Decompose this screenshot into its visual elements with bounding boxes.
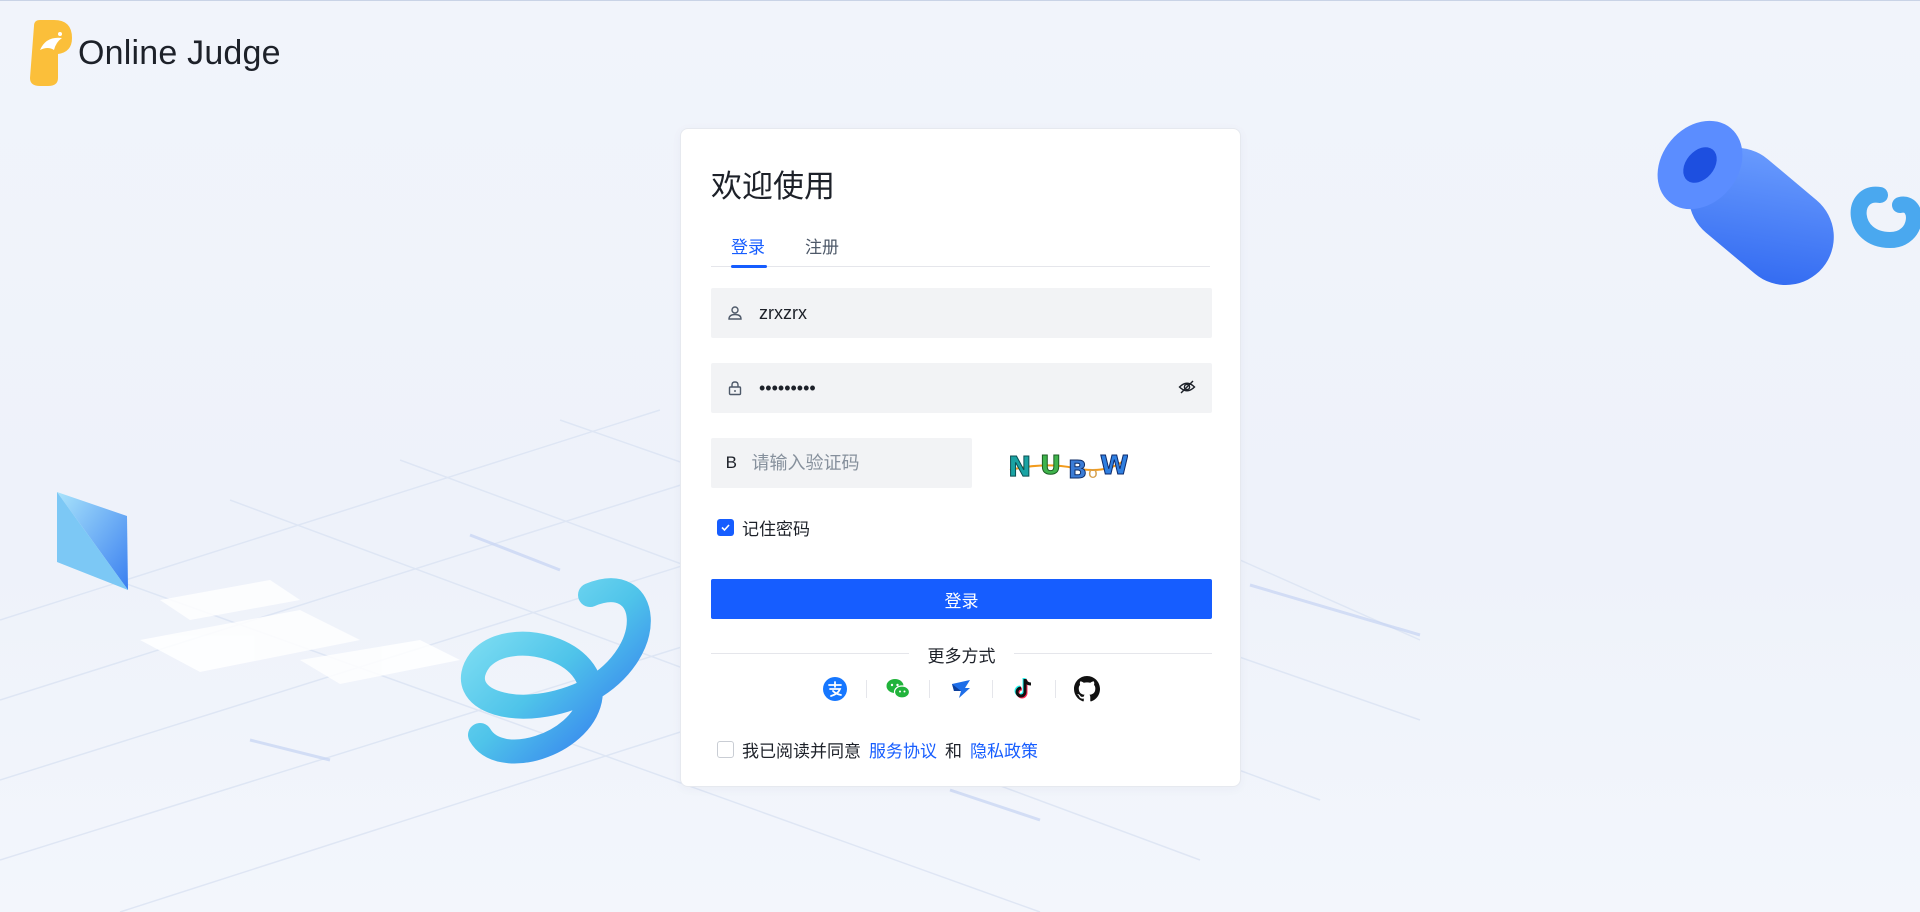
tab-bar [711, 217, 1210, 267]
agreement-checkbox[interactable] [717, 741, 734, 758]
agreement-and: 和 [945, 742, 962, 761]
svg-text:N: N [1008, 450, 1031, 483]
remember-label: 记住密码 [742, 520, 810, 539]
svg-text:B: B [1068, 455, 1087, 484]
social-separator [929, 680, 930, 698]
app-name: Online Judge [78, 33, 281, 72]
captcha-field[interactable]: B [711, 438, 972, 488]
page-title: 欢迎使用 [711, 169, 835, 204]
app-logo[interactable]: Online Judge [28, 20, 281, 86]
login-button[interactable]: 登录 [711, 579, 1212, 619]
alipay-icon[interactable] [821, 675, 849, 703]
login-card: 欢迎使用 登录 注册 zrxzrx ••••••••• B 请输入验证码 N U… [680, 128, 1241, 787]
more-methods-label: 更多方式 [927, 647, 996, 666]
github-icon[interactable] [1073, 675, 1101, 703]
lock-icon [711, 380, 759, 396]
tab-login[interactable]: 登录 [731, 233, 765, 258]
password-value: ••••••••• [759, 377, 816, 398]
dingtalk-icon[interactable] [947, 675, 975, 703]
remember-checkbox[interactable] [717, 519, 734, 536]
social-separator [866, 680, 867, 698]
svg-text:W: W [1100, 451, 1128, 481]
tab-register[interactable]: 注册 [805, 233, 839, 258]
more-methods-divider: 更多方式 [711, 642, 1212, 666]
password-field[interactable]: ••••••••• [711, 363, 1212, 413]
agreement-row: 我已阅读并同意 服务协议 和 隐私政策 [717, 737, 1038, 762]
svg-text:o: o [1088, 463, 1098, 482]
terms-link[interactable]: 服务协议 [869, 737, 937, 762]
wechat-icon[interactable] [884, 675, 912, 703]
captcha-prefix: B [725, 453, 737, 472]
top-border [0, 0, 1920, 1]
divider-line-right [1014, 653, 1212, 654]
eye-off-icon[interactable] [1178, 378, 1196, 401]
douyin-icon[interactable] [1010, 675, 1038, 703]
agreement-text: 我已阅读并同意 [742, 742, 861, 761]
svg-text:U: U [1040, 451, 1061, 481]
user-icon [711, 305, 759, 321]
active-tab-indicator [731, 265, 767, 268]
social-separator [992, 680, 993, 698]
username-value: zrxzrx [759, 302, 807, 323]
logo-icon [30, 20, 72, 86]
captcha-input[interactable] [751, 452, 972, 474]
username-field[interactable]: zrxzrx [711, 288, 1212, 338]
social-separator [1055, 680, 1056, 698]
privacy-link[interactable]: 隐私政策 [970, 737, 1038, 762]
social-login-list [821, 675, 1101, 703]
remember-password[interactable]: 记住密码 [717, 515, 810, 540]
captcha-image[interactable]: N U B o W [1004, 444, 1129, 485]
